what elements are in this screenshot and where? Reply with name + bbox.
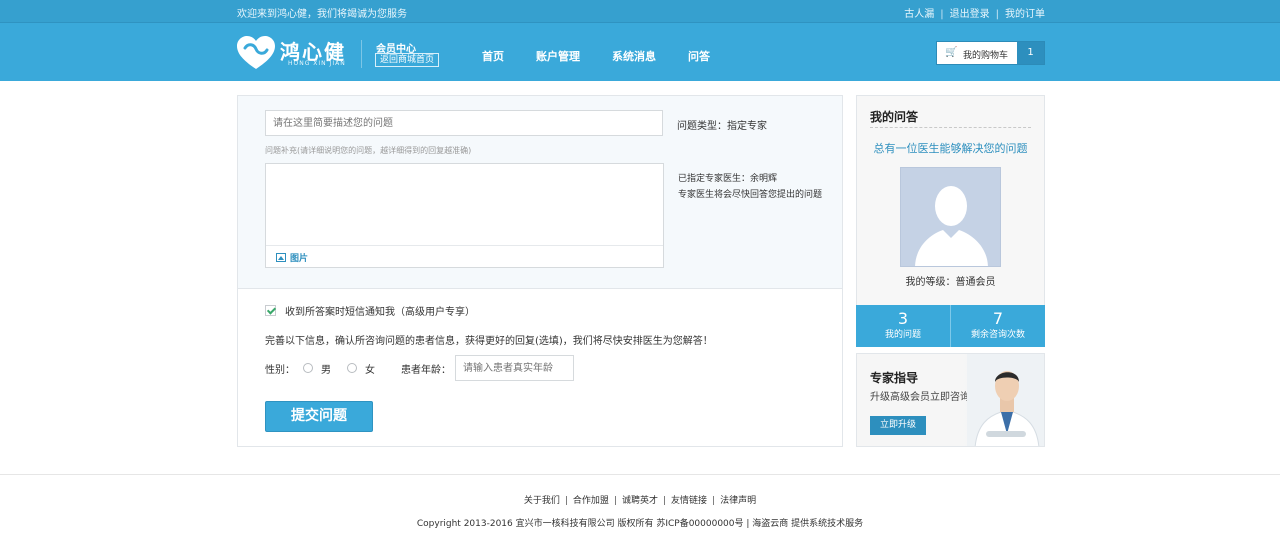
cart-icon: 🛒 bbox=[945, 47, 958, 58]
nav-item-qa[interactable]: 问答 bbox=[688, 48, 710, 64]
stat-my-questions[interactable]: 3 我的问题 bbox=[856, 305, 950, 347]
cart-label: 我的购物车 bbox=[963, 51, 1009, 61]
top-strip bbox=[0, 0, 1280, 23]
supplement-hint: 问题补充(请详细说明您的问题，越详细得到的回复越准确) bbox=[265, 146, 472, 155]
member-level: 我的等级：普通会员 bbox=[905, 277, 996, 288]
cart-button[interactable]: 🛒 我的购物车 1 bbox=[936, 41, 1045, 65]
heart-logo-icon bbox=[237, 36, 275, 69]
assigned-doctor: 已指定专家医生：余明辉 bbox=[678, 174, 778, 184]
patient-info-row: 性别： 男 女 患者年龄： bbox=[265, 354, 574, 382]
footer-link-friends[interactable]: 友情链接 bbox=[671, 496, 707, 506]
user-links: 古人漏 | 退出登录 | 我的订单 bbox=[904, 9, 1045, 20]
my-qa-title: 我的问答 bbox=[870, 110, 919, 124]
sms-notice-row: 收到所答案时短信通知我（高级用户专享） bbox=[265, 303, 475, 318]
patient-age-input[interactable] bbox=[455, 355, 574, 381]
insert-image-label: 图片 bbox=[290, 254, 309, 264]
doctor-photo bbox=[967, 354, 1044, 446]
question-form-upper: 问题类型：指定专家 问题补充(请详细说明您的问题，越详细得到的回复越准确) 图片… bbox=[238, 96, 842, 289]
upgrade-button[interactable]: 立即升级 bbox=[870, 416, 926, 435]
welcome-text: 欢迎来到鸿心健，我们将竭诚为您服务 bbox=[237, 9, 407, 20]
footer-link-careers[interactable]: 诚聘英才 bbox=[622, 496, 658, 506]
footer-divider bbox=[0, 474, 1280, 475]
submit-question-button[interactable]: 提交问题 bbox=[265, 401, 373, 432]
patient-info-prompt: 完善以下信息，确认所咨询问题的患者信息，获得更好的回复(选填)，我们将尽快安排医… bbox=[265, 336, 713, 347]
doctor-note: 专家医生将会尽快回答您提出的问题 bbox=[678, 190, 823, 200]
editor-toolbar: 图片 bbox=[266, 245, 663, 267]
gender-female-label: 女 bbox=[365, 364, 375, 376]
header-bar: 欢迎来到鸿心健，我们将竭诚为您服务 古人漏 | 退出登录 | 我的订单 鸿心健 HONG… bbox=[0, 0, 1280, 81]
sidebar-slogan: 总有一位医生能够解决您的问题 bbox=[873, 142, 1028, 155]
footer-link-legal[interactable]: 法律声明 bbox=[720, 496, 756, 506]
back-to-shop-button[interactable]: 返回商城首页 bbox=[375, 53, 440, 67]
sms-notice-label: 收到所答案时短信通知我（高级用户专享） bbox=[285, 307, 475, 318]
main-nav: 首页 账户管理 系统消息 问答 bbox=[482, 48, 742, 64]
stat-value: 7 bbox=[992, 309, 1004, 328]
avatar bbox=[900, 167, 1001, 267]
nav-item-account[interactable]: 账户管理 bbox=[536, 48, 580, 64]
cart-count-badge: 1 bbox=[1017, 42, 1044, 64]
footer-links: 关于我们 | 合作加盟 | 诚聘英才 | 友情链接 | 法律声明 bbox=[523, 496, 757, 506]
user-silhouette-icon bbox=[915, 186, 988, 266]
supplement-editor: 图片 bbox=[265, 163, 664, 268]
expert-subtitle: 升级高级会员立即咨询 bbox=[870, 392, 970, 403]
expert-title: 专家指导 bbox=[870, 371, 919, 385]
footer-link-about[interactable]: 关于我们 bbox=[524, 496, 560, 506]
footer-link-partner[interactable]: 合作加盟 bbox=[573, 496, 609, 506]
title-divider bbox=[870, 127, 1031, 128]
stat-label: 剩余咨询次数 bbox=[970, 330, 1025, 340]
stat-value: 3 bbox=[897, 309, 909, 328]
stat-label: 我的问题 bbox=[884, 330, 921, 340]
expert-guidance-card: 专家指导 升级高级会员立即咨询 立即升级 bbox=[856, 353, 1045, 447]
insert-image-button[interactable]: 图片 bbox=[276, 251, 308, 264]
qa-stats: 3 我的问题 7 剩余咨询次数 bbox=[856, 305, 1045, 347]
gender-female-radio[interactable] bbox=[347, 363, 357, 373]
supplement-textarea[interactable] bbox=[266, 164, 663, 245]
logo-subtext: HONG XIN JIAN bbox=[288, 60, 346, 67]
question-type-label: 问题类型：指定专家 bbox=[677, 121, 767, 132]
sms-notice-checkbox[interactable] bbox=[265, 305, 276, 316]
nav-item-messages[interactable]: 系统消息 bbox=[612, 48, 656, 64]
assigned-doctor-info: 已指定专家医生：余明辉 专家医生将会尽快回答您提出的问题 bbox=[678, 171, 822, 203]
gender-male-radio[interactable] bbox=[303, 363, 313, 373]
gender-male-label: 男 bbox=[321, 364, 331, 376]
my-orders-link[interactable]: 我的订单 bbox=[1005, 9, 1045, 20]
copyright-text: Copyright 2013-2016 宜兴市一核科技有限公司 版权所有 苏IC… bbox=[416, 519, 864, 529]
nav-item-home[interactable]: 首页 bbox=[482, 48, 504, 64]
logout-link[interactable]: 退出登录 bbox=[950, 9, 990, 20]
stat-remaining-consults[interactable]: 7 剩余咨询次数 bbox=[950, 305, 1045, 347]
logo[interactable]: 鸿心健 HONG XIN JIAN bbox=[236, 35, 351, 71]
question-panel: 问题类型：指定专家 问题补充(请详细说明您的问题，越详细得到的回复越准确) 图片… bbox=[237, 95, 843, 447]
image-icon bbox=[276, 253, 286, 262]
gender-label: 性别： bbox=[265, 364, 295, 376]
logo-divider bbox=[361, 40, 362, 68]
age-label: 患者年龄： bbox=[401, 364, 451, 376]
username-link[interactable]: 古人漏 bbox=[904, 9, 934, 20]
question-title-input[interactable] bbox=[265, 110, 663, 136]
